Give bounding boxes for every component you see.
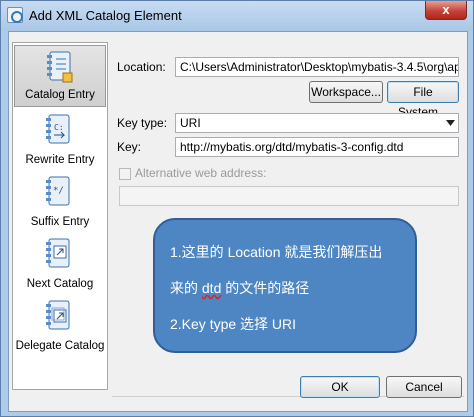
sidebar-item-next-catalog[interactable]: Next Catalog bbox=[14, 233, 106, 295]
annotation-line-2: 来的 dtd 的文件的路径 bbox=[170, 278, 309, 298]
annotation-line-2-pre: 来的 bbox=[170, 280, 202, 296]
delegate-catalog-icon bbox=[46, 300, 70, 330]
key-type-select[interactable]: URI bbox=[175, 113, 459, 133]
annotation-callout: 1.这里的 Location 就是我们解压出 来的 dtd 的文件的路径 2.K… bbox=[153, 218, 417, 353]
sidebar-item-suffix-entry[interactable]: */ Suffix Entry bbox=[14, 171, 106, 233]
close-button[interactable]: x bbox=[425, 1, 467, 20]
chevron-down-icon bbox=[446, 120, 455, 126]
location-label: Location: bbox=[117, 60, 166, 74]
entry-type-list: Catalog Entry C: Rewrite Entry */ Suffix… bbox=[12, 42, 108, 390]
sidebar-item-label: Rewrite Entry bbox=[25, 154, 95, 166]
sidebar-item-delegate-catalog[interactable]: Delegate Catalog bbox=[14, 295, 106, 357]
key-label: Key: bbox=[117, 140, 142, 154]
cancel-button[interactable]: Cancel bbox=[386, 376, 462, 398]
file-system-button[interactable]: File System... bbox=[387, 81, 459, 119]
svg-text:*/: */ bbox=[53, 186, 64, 196]
app-icon bbox=[7, 7, 23, 23]
workspace-button[interactable]: Workspace... bbox=[309, 81, 383, 103]
location-field[interactable]: C:\Users\Administrator\Desktop\mybatis-3… bbox=[175, 57, 459, 77]
sidebar-item-rewrite-entry[interactable]: C: Rewrite Entry bbox=[14, 109, 106, 171]
window-title: Add XML Catalog Element bbox=[29, 8, 182, 23]
sidebar-item-label: Next Catalog bbox=[26, 278, 94, 290]
alternative-web-address-label: Alternative web address: bbox=[135, 166, 267, 180]
suffix-entry-icon: */ bbox=[46, 176, 70, 206]
key-type-label: Key type: bbox=[117, 116, 168, 130]
annotation-line-2-post: 的文件的路径 bbox=[221, 280, 310, 296]
alternative-web-address-checkbox[interactable] bbox=[119, 168, 131, 180]
sidebar-item-label: Delegate Catalog bbox=[15, 340, 105, 352]
catalog-entry-icon bbox=[47, 51, 73, 83]
next-catalog-icon bbox=[46, 238, 70, 268]
dialog-window: Add XML Catalog Element x Catalog Entry bbox=[0, 0, 474, 417]
sidebar-item-catalog-entry[interactable]: Catalog Entry bbox=[14, 45, 106, 107]
sidebar-item-label: Catalog Entry bbox=[25, 89, 95, 101]
dialog-body: Catalog Entry C: Rewrite Entry */ Suffix… bbox=[8, 31, 468, 412]
annotation-line-1: 1.这里的 Location 就是我们解压出 bbox=[170, 244, 383, 260]
key-type-value: URI bbox=[180, 116, 201, 130]
ok-button[interactable]: OK bbox=[300, 376, 380, 398]
title-bar[interactable]: Add XML Catalog Element x bbox=[1, 1, 473, 31]
key-field[interactable]: http://mybatis.org/dtd/mybatis-3-config.… bbox=[175, 137, 459, 157]
alternative-web-address-field bbox=[119, 186, 459, 206]
annotation-line-3: 2.Key type 选择 URI bbox=[170, 316, 297, 332]
rewrite-entry-icon: C: bbox=[46, 114, 70, 144]
svg-text:C:: C: bbox=[54, 123, 64, 132]
annotation-line-2-mark: dtd bbox=[201, 280, 222, 296]
sidebar-item-label: Suffix Entry bbox=[30, 216, 90, 228]
